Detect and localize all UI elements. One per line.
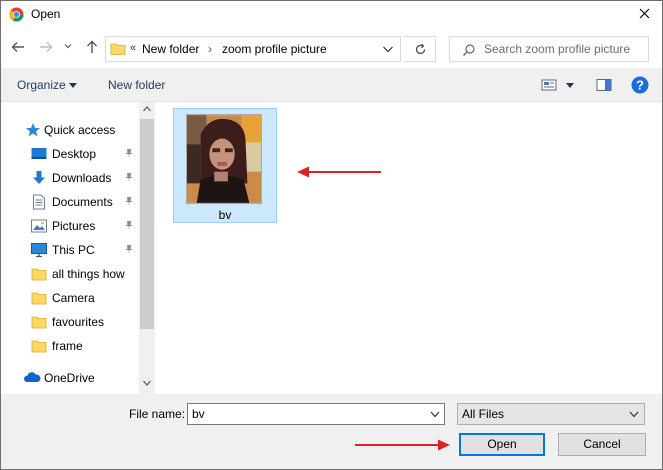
folder-icon <box>31 340 47 353</box>
chrome-icon <box>9 7 24 22</box>
file-name-field-label: File name: <box>129 407 186 421</box>
file-name-combobox[interactable] <box>187 403 445 425</box>
annotation-arrow-icon <box>355 439 450 451</box>
nav-item-desktop[interactable]: Desktop <box>1 142 139 166</box>
file-list: bv <box>155 102 662 394</box>
scroll-down-arrow-icon[interactable] <box>143 380 151 386</box>
nav-item-label: Documents <box>52 195 113 209</box>
nav-item-label: Camera <box>52 291 95 305</box>
command-bar: Organize New folder ? <box>1 68 662 102</box>
nav-item-downloads[interactable]: Downloads <box>1 166 139 190</box>
file-name-label: bv <box>218 208 232 222</box>
scroll-up-arrow-icon[interactable] <box>143 106 151 112</box>
documents-icon <box>33 194 45 210</box>
new-folder-button[interactable]: New folder <box>108 78 165 92</box>
preview-pane-icon[interactable] <box>596 78 612 92</box>
cloud-icon <box>24 372 41 382</box>
nav-item-label: frame <box>52 339 83 353</box>
change-view-icon[interactable] <box>541 78 557 92</box>
nav-item-pictures[interactable]: Pictures <box>1 214 139 238</box>
pin-icon[interactable] <box>124 172 134 182</box>
nav-item-label: Pictures <box>52 219 96 233</box>
breadcrumb-separator[interactable]: › <box>208 42 212 56</box>
file-type-value: All Files <box>462 407 505 421</box>
nav-item-all-things-how[interactable]: all things how <box>1 262 139 286</box>
folder-icon <box>31 268 47 281</box>
pin-icon[interactable] <box>124 148 134 158</box>
pin-icon[interactable] <box>124 196 134 206</box>
file-item-bv[interactable]: bv <box>173 108 277 223</box>
nav-item-label: Desktop <box>52 147 97 161</box>
nav-item-label: all things how <box>52 267 125 281</box>
annotation-arrow-icon <box>297 166 381 178</box>
folder-icon <box>31 292 47 305</box>
navigation-bar: « New folder › zoom profile picture <box>1 28 662 68</box>
nav-item-this-pc[interactable]: This PC <box>1 238 139 262</box>
chevron-down-icon <box>629 411 639 418</box>
scroll-thumb[interactable] <box>140 119 154 329</box>
pictures-icon <box>31 219 47 233</box>
file-type-select[interactable]: All Files <box>457 403 645 425</box>
star-icon <box>26 123 40 137</box>
breadcrumb-new-folder[interactable]: New folder <box>142 42 199 56</box>
forward-arrow-icon[interactable] <box>37 38 55 56</box>
title-bar: Open <box>1 1 662 28</box>
search-icon <box>463 44 475 56</box>
image-thumbnail <box>186 114 262 204</box>
organize-dropdown-icon[interactable] <box>69 83 77 88</box>
organize-button[interactable]: Organize <box>17 78 66 92</box>
desktop-icon <box>31 148 47 159</box>
view-options-dropdown-icon[interactable] <box>566 83 574 88</box>
nav-item-label: This PC <box>52 243 95 257</box>
refresh-button[interactable] <box>404 36 436 62</box>
close-icon <box>639 8 649 19</box>
pin-icon[interactable] <box>124 220 134 230</box>
folder-icon <box>31 316 47 329</box>
chevron-down-icon[interactable] <box>382 44 394 54</box>
open-button[interactable]: Open <box>459 433 545 456</box>
nav-item-documents[interactable]: Documents <box>1 190 139 214</box>
folder-icon <box>110 43 126 55</box>
search-input[interactable] <box>484 40 644 58</box>
nav-item-onedrive[interactable]: OneDrive <box>1 366 139 390</box>
nav-item-label: Downloads <box>52 171 112 185</box>
download-icon <box>33 171 45 184</box>
chevron-down-icon[interactable] <box>430 411 440 418</box>
address-bar[interactable]: « New folder › zoom profile picture <box>105 36 401 62</box>
search-box[interactable] <box>449 36 649 62</box>
nav-item-label: Quick access <box>44 123 116 137</box>
nav-item-quick-access[interactable]: Quick access <box>1 118 139 142</box>
refresh-icon <box>415 43 426 55</box>
svg-text:?: ? <box>636 78 644 93</box>
breadcrumb-zoom-profile-picture[interactable]: zoom profile picture <box>222 42 327 56</box>
close-button[interactable] <box>632 3 656 25</box>
pin-icon[interactable] <box>124 244 134 254</box>
nav-pane-scrollbar[interactable] <box>139 102 155 394</box>
nav-item-favourites[interactable]: favourites <box>1 310 139 334</box>
dialog-footer: File name: All Files Open Cancel <box>1 394 662 469</box>
file-name-input[interactable] <box>192 406 412 422</box>
cancel-button[interactable]: Cancel <box>558 433 646 456</box>
computer-icon <box>31 243 47 258</box>
help-icon[interactable]: ? <box>631 76 649 94</box>
navigation-pane: Quick access Desktop Downloads Documents… <box>1 102 155 394</box>
back-arrow-icon[interactable] <box>9 38 27 56</box>
up-arrow-icon[interactable] <box>83 38 101 56</box>
open-file-dialog: Open « New folder › zoom profile picture… <box>0 0 663 470</box>
nav-item-label: OneDrive <box>44 371 95 385</box>
recent-locations-chevron-icon[interactable] <box>63 41 73 51</box>
nav-item-camera[interactable]: Camera <box>1 286 139 310</box>
nav-item-frame[interactable]: frame <box>1 334 139 358</box>
breadcrumb-overflow[interactable]: « <box>130 42 136 54</box>
nav-item-label: favourites <box>52 315 105 329</box>
window-title: Open <box>31 7 61 21</box>
